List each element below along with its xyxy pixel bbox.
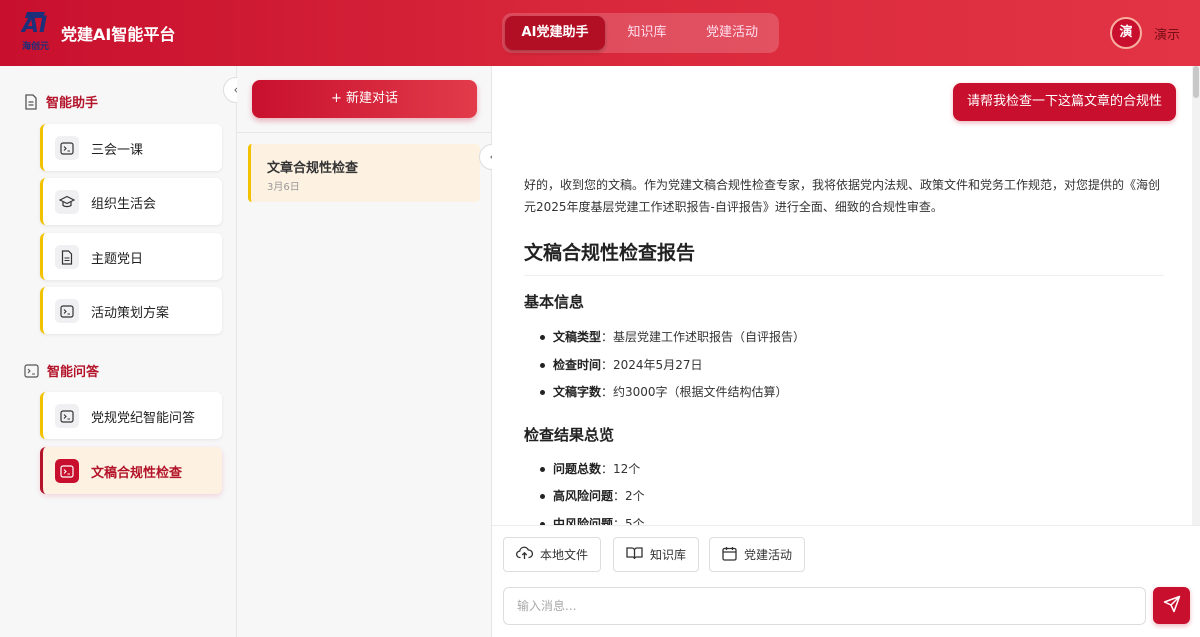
- sidebar-item-label: 活动策划方案: [91, 306, 170, 321]
- item-value: ：2024年5月27日: [601, 358, 703, 372]
- nav-party-activities[interactable]: 党建活动: [692, 16, 772, 50]
- list-item: 高风险问题：2个: [540, 487, 645, 504]
- chat-panel: 请帮我检查一下这篇文章的合规性 好的，收到您的文稿。作为党建文稿合规性检查专家，…: [492, 66, 1200, 637]
- item-key: 问题总数: [553, 462, 602, 476]
- send-button[interactable]: [1153, 587, 1190, 624]
- local-file-button[interactable]: 本地文件: [503, 537, 602, 572]
- app-title: 党建AI智能平台: [61, 25, 176, 44]
- message-input[interactable]: [503, 587, 1146, 625]
- terminal-icon: [55, 459, 79, 483]
- item-key: 文稿类型: [553, 330, 602, 344]
- tool-label: 知识库: [650, 548, 687, 562]
- nav-knowledge-base[interactable]: 知识库: [615, 16, 679, 50]
- list-item: 问题总数：12个: [540, 460, 640, 477]
- assistant-reply-intro: 好的，收到您的文稿。作为党建文稿合规性检查专家，我将依据党内法规、政策文件和党务…: [524, 178, 1161, 214]
- sidebar-item-label: 主题党日: [91, 252, 144, 267]
- main-nav: AI党建助手 知识库 党建活动: [502, 13, 779, 53]
- list-item: 文稿字数：约3000字（根据文件结构估算）: [540, 383, 788, 400]
- item-value: ：2个: [613, 489, 645, 503]
- list-item: 文稿类型：基层党建工作述职报告（自评报告）: [540, 328, 805, 345]
- section-title-label: 智能问答: [47, 365, 100, 380]
- terminal-icon: [55, 299, 79, 323]
- app-logo[interactable]: AI 海创元: [20, 12, 56, 52]
- logo-subtext: 海创元: [22, 42, 50, 52]
- item-key: 文稿字数: [553, 385, 602, 399]
- sidebar-item-label: 组织生活会: [91, 197, 157, 212]
- avatar[interactable]: 演: [1110, 17, 1142, 49]
- sidebar-item-label: 党规党纪智能问答: [91, 411, 196, 426]
- user-message: 请帮我检查一下这篇文章的合规性: [952, 83, 1176, 121]
- terminal-icon: [24, 363, 39, 382]
- terminal-icon: [55, 404, 79, 428]
- sidebar-item-theme-party-day[interactable]: 主题党日: [40, 233, 222, 280]
- sidebar-item-org-life-meeting[interactable]: 组织生活会: [40, 178, 222, 225]
- report-title: 文稿合规性检查报告: [524, 238, 1164, 276]
- tool-label: 党建活动: [744, 548, 793, 562]
- divider: [237, 132, 492, 133]
- item-key: 检查时间: [553, 358, 602, 372]
- book-icon: [626, 546, 643, 563]
- conversation-list: + 新建对话 文章合规性检查 3月6日: [237, 66, 492, 637]
- cloud-upload-icon: [516, 546, 534, 563]
- section-heading: 基本信息: [524, 293, 585, 311]
- item-value: ：12个: [601, 462, 641, 476]
- conversation-title: 文章合规性检查: [267, 161, 359, 176]
- party-activity-button[interactable]: 党建活动: [709, 537, 806, 572]
- tool-label: 本地文件: [540, 548, 589, 562]
- send-icon: [1163, 595, 1181, 617]
- section-title-qa: 智能问答: [24, 361, 99, 382]
- sidebar-item-activity-plan[interactable]: 活动策划方案: [40, 287, 222, 334]
- scrollbar[interactable]: [1192, 66, 1200, 525]
- new-conversation-button[interactable]: + 新建对话: [252, 80, 477, 118]
- list-item: 检查时间：2024年5月27日: [540, 356, 702, 373]
- knowledge-base-button[interactable]: 知识库: [613, 537, 700, 572]
- nav-ai-assistant[interactable]: AI党建助手: [505, 16, 605, 50]
- terminal-icon: [55, 136, 79, 160]
- sidebar-item-three-meetings[interactable]: 三会一课: [40, 124, 222, 171]
- graduation-cap-icon: [55, 190, 79, 214]
- message-composer: 本地文件 知识库 党建活动: [492, 525, 1200, 637]
- logo-text: AI: [22, 13, 48, 38]
- calendar-icon: [722, 546, 737, 564]
- sidebar-item-compliance-check[interactable]: 文稿合规性检查: [40, 447, 222, 494]
- item-value: ：基层党建工作述职报告（自评报告）: [601, 330, 806, 344]
- document-icon: [55, 245, 79, 269]
- section-title-label: 智能助手: [46, 96, 99, 111]
- document-icon: [24, 93, 38, 114]
- conversation-date: 3月6日: [267, 182, 300, 193]
- top-header: AI 海创元 党建AI智能平台 AI党建助手 知识库 党建活动 演 演示: [0, 0, 1200, 66]
- scrollbar-thumb[interactable]: [1193, 66, 1199, 98]
- sidebar-item-label: 三会一课: [91, 143, 144, 158]
- sidebar: 智能助手 三会一课 组织生活会 主题党日 活动策划方案 智能问答 党规党纪智能问…: [0, 66, 237, 637]
- section-heading: 检查结果总览: [524, 426, 615, 444]
- item-value: ：约3000字（根据文件结构估算）: [601, 385, 788, 399]
- section-title-assistant: 智能助手: [24, 92, 98, 114]
- sidebar-item-label: 文稿合规性检查: [91, 466, 183, 481]
- conversation-item[interactable]: 文章合规性检查 3月6日: [248, 144, 480, 202]
- username[interactable]: 演示: [1154, 24, 1180, 43]
- item-key: 高风险问题: [553, 489, 614, 503]
- sidebar-item-party-rules-qa[interactable]: 党规党纪智能问答: [40, 392, 222, 439]
